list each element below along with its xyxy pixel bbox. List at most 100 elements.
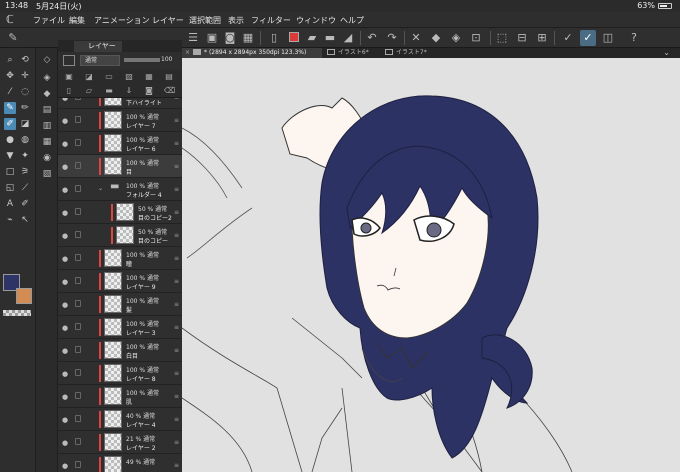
- menu-layer[interactable]: レイヤー: [152, 15, 184, 26]
- layer-row[interactable]: ● 100 % 通常瞳 ≡: [58, 247, 182, 270]
- fill-icon[interactable]: ▰: [304, 30, 320, 46]
- eye-icon[interactable]: ●: [62, 462, 68, 470]
- layer-row[interactable]: ● ⌄ ▬ 100 % 通常 フォルダー 4 ≡: [58, 178, 182, 201]
- opacity-slider[interactable]: [124, 58, 160, 62]
- menu-window[interactable]: ウィンドウ: [296, 15, 336, 26]
- fill-selection-icon[interactable]: ◈: [448, 30, 464, 46]
- lock-toggle-icon[interactable]: [75, 162, 81, 169]
- text-icon[interactable]: A: [4, 198, 16, 210]
- move-icon[interactable]: ✛: [19, 70, 31, 82]
- gradient-icon[interactable]: ◢: [340, 30, 356, 46]
- redo-icon[interactable]: ↷: [384, 30, 400, 46]
- eye-icon[interactable]: ●: [62, 324, 68, 332]
- eye-icon[interactable]: ●: [62, 117, 68, 125]
- eye-icon[interactable]: ●: [62, 301, 68, 309]
- blend-icon[interactable]: ●: [4, 134, 16, 146]
- lock-toggle-icon[interactable]: [75, 369, 81, 376]
- layer-menu-icon[interactable]: ≡: [174, 393, 179, 400]
- menu-filter[interactable]: フィルター: [251, 15, 291, 26]
- menu-edit[interactable]: 編集: [69, 15, 85, 26]
- operation-icon[interactable]: ↖: [19, 214, 31, 226]
- layer-menu-icon[interactable]: ≡: [174, 232, 179, 239]
- clip-icon[interactable]: ▣: [64, 72, 74, 81]
- layer-menu-icon[interactable]: ≡: [174, 163, 179, 170]
- eyedropper-icon[interactable]: ⁄: [4, 86, 16, 98]
- bucket-icon[interactable]: ▼: [4, 150, 16, 162]
- lock-toggle-icon[interactable]: [75, 415, 81, 422]
- layer-menu-icon[interactable]: ≡: [174, 416, 179, 423]
- layer-menu-icon[interactable]: ≡: [174, 324, 179, 331]
- canvas-tab-active[interactable]: × * (2894 x 2894px 350dpi 123.3%): [182, 48, 322, 58]
- trash-icon[interactable]: ⌫: [164, 86, 175, 95]
- layer-menu-icon[interactable]: ≡: [174, 186, 179, 193]
- layer-menu-icon[interactable]: ≡: [174, 117, 179, 124]
- eye-icon[interactable]: ●: [62, 439, 68, 447]
- drawing-canvas[interactable]: [182, 58, 680, 472]
- eye-icon[interactable]: ●: [62, 255, 68, 263]
- lock-toggle-icon[interactable]: [75, 438, 81, 445]
- airbrush-icon[interactable]: ◍: [19, 134, 31, 146]
- layer-settings-icon[interactable]: ▣: [204, 30, 220, 46]
- layer-row[interactable]: ● 100 % 通常肌 ≡: [58, 385, 182, 408]
- layer-row[interactable]: ● 100 % 通常目 ≡: [58, 155, 182, 178]
- lock-toggle-icon[interactable]: [75, 277, 81, 284]
- undo-icon[interactable]: ↶: [364, 30, 380, 46]
- brush-icon[interactable]: ✐: [4, 118, 16, 130]
- layer-tab[interactable]: レイヤー: [74, 41, 122, 52]
- chevron-down-icon[interactable]: ⌄: [98, 185, 103, 192]
- layer-menu-icon[interactable]: ≡: [174, 98, 179, 101]
- canvas-tab[interactable]: イラスト6*: [324, 48, 380, 58]
- lock-toggle-icon[interactable]: [75, 116, 81, 123]
- transform-icon[interactable]: ⊡: [468, 30, 484, 46]
- layer-row[interactable]: ● 100 % 通常 レイヤー 8 ≡: [58, 362, 182, 385]
- layer-row[interactable]: ● 100 % 通常 白目 ≡: [58, 339, 182, 362]
- frame-icon[interactable]: ◱: [4, 182, 16, 194]
- layer-menu-icon[interactable]: ≡: [174, 255, 179, 262]
- menu-file[interactable]: ファイル: [33, 15, 65, 26]
- sub-color-swatch[interactable]: [16, 288, 32, 304]
- canvas-tab[interactable]: イラスト7*: [382, 48, 442, 58]
- layer-menu-icon[interactable]: ≡: [174, 370, 179, 377]
- zoom-icon[interactable]: ⌕: [4, 54, 16, 66]
- crop-icon[interactable]: ⊞: [534, 30, 550, 46]
- opacity-value[interactable]: 100: [161, 56, 172, 63]
- menu-select[interactable]: 選択範囲: [189, 15, 221, 26]
- layer-row[interactable]: ● 40 % 通常 レイヤー 4 ≡: [58, 408, 182, 431]
- rotate-icon[interactable]: ⟲: [19, 54, 31, 66]
- menu-animation[interactable]: アニメーション: [94, 15, 150, 26]
- blend-mode-select[interactable]: 通常: [80, 55, 120, 66]
- layer-row[interactable]: ● 100 % 通常 レイヤー 3 ≡: [58, 316, 182, 339]
- reference-icon[interactable]: ◙: [222, 30, 238, 46]
- new-folder-icon[interactable]: ▬: [104, 86, 114, 95]
- lasso-icon[interactable]: ◌: [19, 86, 31, 98]
- folder-icon[interactable]: ▬: [322, 30, 338, 46]
- pen-icon[interactable]: ✎: [4, 102, 16, 114]
- lock-alpha-icon[interactable]: ▨: [124, 72, 134, 81]
- pencil-icon[interactable]: ✏: [19, 102, 31, 114]
- ruler-icon[interactable]: ✓: [560, 30, 576, 46]
- lock-toggle-icon[interactable]: [75, 323, 81, 330]
- lock-toggle-icon[interactable]: [75, 254, 81, 261]
- lock-toggle-icon[interactable]: [75, 208, 81, 215]
- transparent-color-swatch[interactable]: [3, 310, 31, 316]
- merge-icon[interactable]: ⇓: [124, 86, 134, 95]
- subtool-icon[interactable]: ▦: [41, 136, 53, 148]
- new-layer-icon[interactable]: ▯: [266, 30, 282, 46]
- eye-icon[interactable]: ●: [62, 98, 68, 102]
- layer-row[interactable]: ● 下ハイライト ≡: [58, 98, 182, 109]
- lock-toggle-icon[interactable]: [75, 231, 81, 238]
- subtool-icon[interactable]: ◈: [41, 72, 53, 84]
- eye-icon[interactable]: ●: [62, 393, 68, 401]
- subtool-icon[interactable]: ▥: [41, 120, 53, 132]
- eye-icon[interactable]: ●: [62, 209, 68, 217]
- eye-icon[interactable]: ●: [62, 347, 68, 355]
- layer-row[interactable]: ● 100 % 通常 レイヤー 7 ≡: [58, 109, 182, 132]
- subtool-icon[interactable]: ◆: [41, 88, 53, 100]
- layer-row[interactable]: ● 50 % 通常 目のコピー ≡: [58, 224, 182, 247]
- mask-add-icon[interactable]: ◙: [144, 86, 154, 95]
- layer-row[interactable]: ● 100 % 通常 レイヤー 9 ≡: [58, 270, 182, 293]
- hamburger-menu-icon[interactable]: ☰: [185, 30, 201, 46]
- eye-icon[interactable]: ●: [62, 416, 68, 424]
- lock-toggle-icon[interactable]: [75, 139, 81, 146]
- subtool-icon[interactable]: ◉: [41, 152, 53, 164]
